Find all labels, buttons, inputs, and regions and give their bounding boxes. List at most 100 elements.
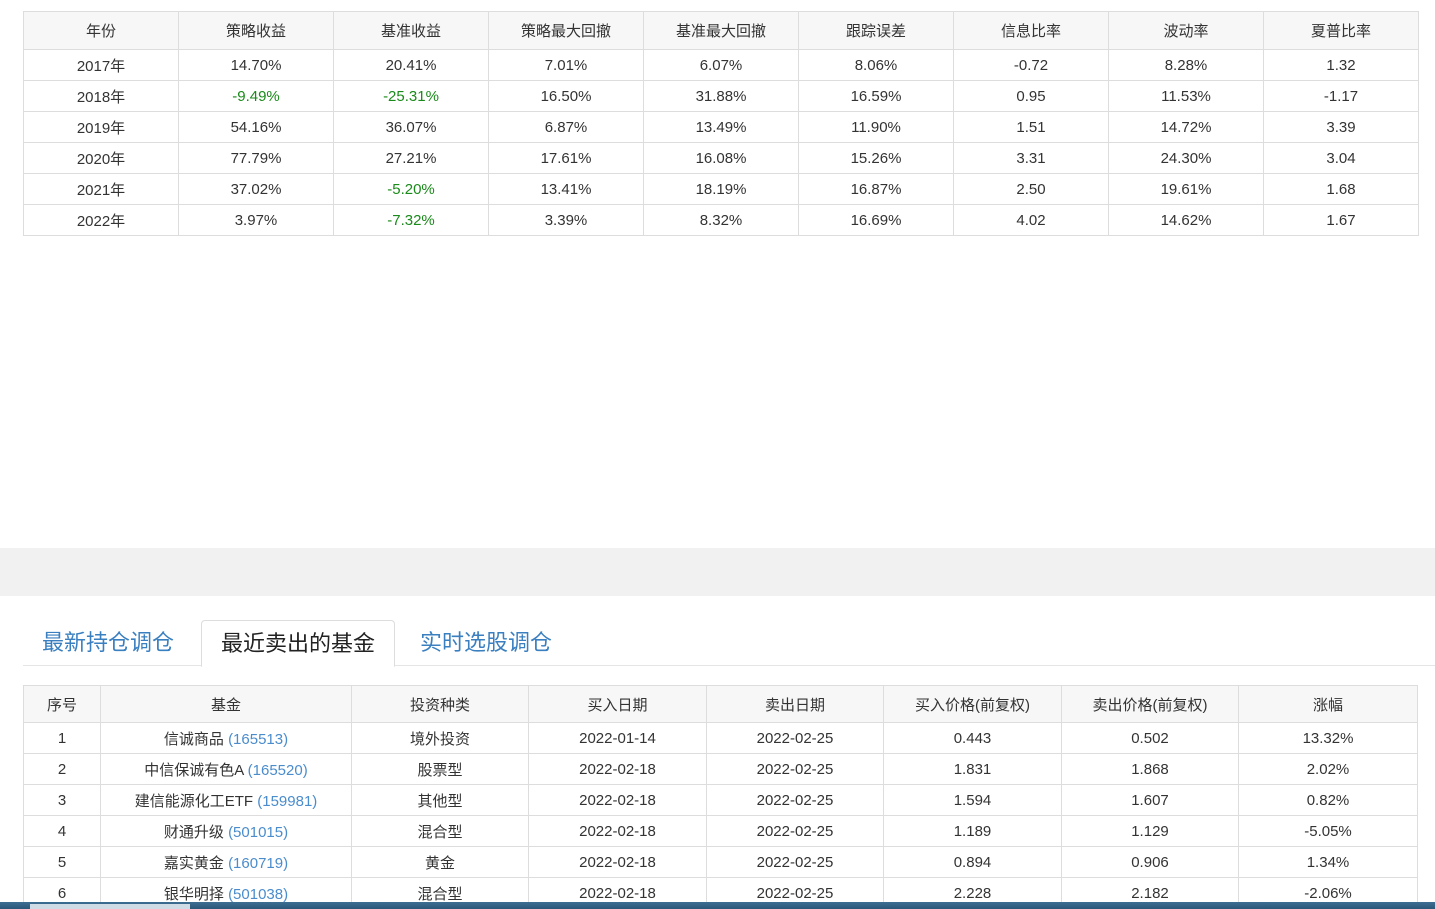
table-cell: 24.30% (1108, 142, 1264, 174)
fund-code-link[interactable]: (159981) (257, 793, 317, 810)
table-cell: -7.32% (333, 204, 489, 236)
fund-name: 建信能源化工ETF (134, 792, 254, 810)
row-number: 4 (23, 815, 101, 847)
table-cell: 36.07% (333, 111, 489, 143)
fund-code-link[interactable]: (165513) (228, 731, 288, 748)
cell-chg: 0.82% (1238, 784, 1418, 816)
cell-type: 混合型 (351, 815, 529, 847)
table-cell: 0.95 (953, 80, 1109, 112)
column-header: 买入价格(前复权) (883, 685, 1062, 723)
row-number: 5 (23, 846, 101, 878)
row-number: 1 (23, 722, 101, 754)
table-cell: -25.31% (333, 80, 489, 112)
table-cell: 17.61% (488, 142, 644, 174)
table-cell: 3.31 (953, 142, 1109, 174)
cell-sell: 2022-02-25 (706, 753, 884, 785)
fund-cell: 中信保诚有色A (165520) (100, 753, 352, 785)
fund-code-link[interactable]: (501038) (228, 886, 288, 903)
table-cell: 14.72% (1108, 111, 1264, 143)
fund-cell: 嘉实黄金 (160719) (100, 846, 352, 878)
cell-bp: 0.443 (883, 722, 1062, 754)
tab-recently-sold[interactable]: 最近卖出的基金 (201, 620, 396, 667)
tab-latest-holdings[interactable]: 最新持仓调仓 (23, 620, 193, 667)
table-cell: 18.19% (643, 173, 799, 205)
cell-bp: 1.189 (883, 815, 1062, 847)
table-cell: 2018年 (23, 80, 179, 112)
column-header: 卖出价格(前复权) (1061, 685, 1239, 723)
table-cell: 77.79% (178, 142, 334, 174)
table-row: 2020年 77.79% 27.21% 17.61% 16.08% 15.26% 3.31 2… (23, 142, 1419, 174)
fund-code-link[interactable]: (165520) (248, 762, 308, 779)
table-cell: 54.16% (178, 111, 334, 143)
table-row: 5 嘉实黄金 (160719) 黄金 2022-02-18 2022-02-25 0.89… (23, 846, 1418, 878)
column-header: 波动率 (1108, 11, 1264, 50)
table-cell: 20.41% (333, 49, 489, 81)
table-row: 2022年 3.97% -7.32% 3.39% 8.32% 16.69% 4.02 14.6… (23, 204, 1419, 236)
column-header: 策略最大回撤 (488, 11, 644, 50)
table-cell: 7.01% (488, 49, 644, 81)
table-cell: 27.21% (333, 142, 489, 174)
taskbar-window-button[interactable] (30, 904, 190, 909)
table-cell: 2019年 (23, 111, 179, 143)
table-cell: 8.32% (643, 204, 799, 236)
table-cell: 14.70% (178, 49, 334, 81)
annual-performance-table: 年份 策略收益 基准收益 策略最大回撤 基准最大回撤 跟踪误差 信息比率 波动率 夏普比率 20… (23, 11, 1419, 236)
table-cell: 15.26% (798, 142, 954, 174)
fund-name: 嘉实黄金 (163, 854, 224, 872)
table-cell: 6.87% (488, 111, 644, 143)
column-header: 夏普比率 (1263, 11, 1419, 50)
cell-sell: 2022-02-25 (706, 846, 884, 878)
row-number: 3 (23, 784, 101, 816)
row-number: 2 (23, 753, 101, 785)
table-cell: 1.68 (1263, 173, 1419, 205)
table-cell: 1.32 (1263, 49, 1419, 81)
table-header-row: 序号 基金 投资种类 买入日期 卖出日期 买入价格(前复权) 卖出价格(前复权) 涨幅 (23, 685, 1418, 723)
fund-cell: 信诚商品 (165513) (100, 722, 352, 754)
table-cell: 6.07% (643, 49, 799, 81)
fund-code-link[interactable]: (160719) (228, 855, 288, 872)
cell-sp: 1.129 (1061, 815, 1239, 847)
table-row: 1 信诚商品 (165513) 境外投资 2022-01-14 2022-02-25 0.… (23, 722, 1418, 754)
cell-chg: -5.05% (1238, 815, 1418, 847)
cell-bp: 1.831 (883, 753, 1062, 785)
cell-chg: 1.34% (1238, 846, 1418, 878)
sold-funds-table: 序号 基金 投资种类 买入日期 卖出日期 买入价格(前复权) 卖出价格(前复权) 涨幅 1 信诚… (23, 685, 1418, 909)
table-cell: 14.62% (1108, 204, 1264, 236)
table-cell: 3.04 (1263, 142, 1419, 174)
table-row: 2 中信保诚有色A (165520) 股票型 2022-02-18 2022-02-25… (23, 753, 1418, 785)
cell-buy: 2022-02-18 (528, 815, 707, 847)
cell-sp: 0.502 (1061, 722, 1239, 754)
cell-buy: 2022-02-18 (528, 753, 707, 785)
column-header: 基金 (100, 685, 352, 723)
table-cell: -0.72 (953, 49, 1109, 81)
tab-realtime-picks[interactable]: 实时选股调仓 (401, 620, 571, 667)
column-header: 策略收益 (178, 11, 334, 50)
table-cell: 3.97% (178, 204, 334, 236)
column-header: 涨幅 (1238, 685, 1418, 723)
column-header: 卖出日期 (706, 685, 884, 723)
table-cell: 19.61% (1108, 173, 1264, 205)
column-header: 基准收益 (333, 11, 489, 50)
fund-name: 信诚商品 (163, 730, 224, 748)
table-cell: 2017年 (23, 49, 179, 81)
table-cell: 8.28% (1108, 49, 1264, 81)
column-header: 序号 (23, 685, 101, 723)
table-cell: -5.20% (333, 173, 489, 205)
table-row: 4 财通升级 (501015) 混合型 2022-02-18 2022-02-25 1.1… (23, 815, 1418, 847)
table-cell: 16.50% (488, 80, 644, 112)
table-header-row: 年份 策略收益 基准收益 策略最大回撤 基准最大回撤 跟踪误差 信息比率 波动率 夏普比率 (23, 11, 1419, 50)
cell-sell: 2022-02-25 (706, 722, 884, 754)
cell-bp: 0.894 (883, 846, 1062, 878)
table-row: 2021年 37.02% -5.20% 13.41% 18.19% 16.87% 2.50 1… (23, 173, 1419, 205)
column-header: 跟踪误差 (798, 11, 954, 50)
fund-code-link[interactable]: (501015) (228, 824, 288, 841)
fund-name: 中信保诚有色A (144, 761, 244, 779)
tab-bar: 最新持仓调仓 最近卖出的基金 实时选股调仓 (23, 620, 1435, 667)
table-cell: 31.88% (643, 80, 799, 112)
table-cell: 1.51 (953, 111, 1109, 143)
cell-sp: 1.868 (1061, 753, 1239, 785)
os-taskbar (0, 902, 1435, 909)
cell-sp: 1.607 (1061, 784, 1239, 816)
fund-cell: 财通升级 (501015) (100, 815, 352, 847)
column-header: 年份 (23, 11, 179, 50)
